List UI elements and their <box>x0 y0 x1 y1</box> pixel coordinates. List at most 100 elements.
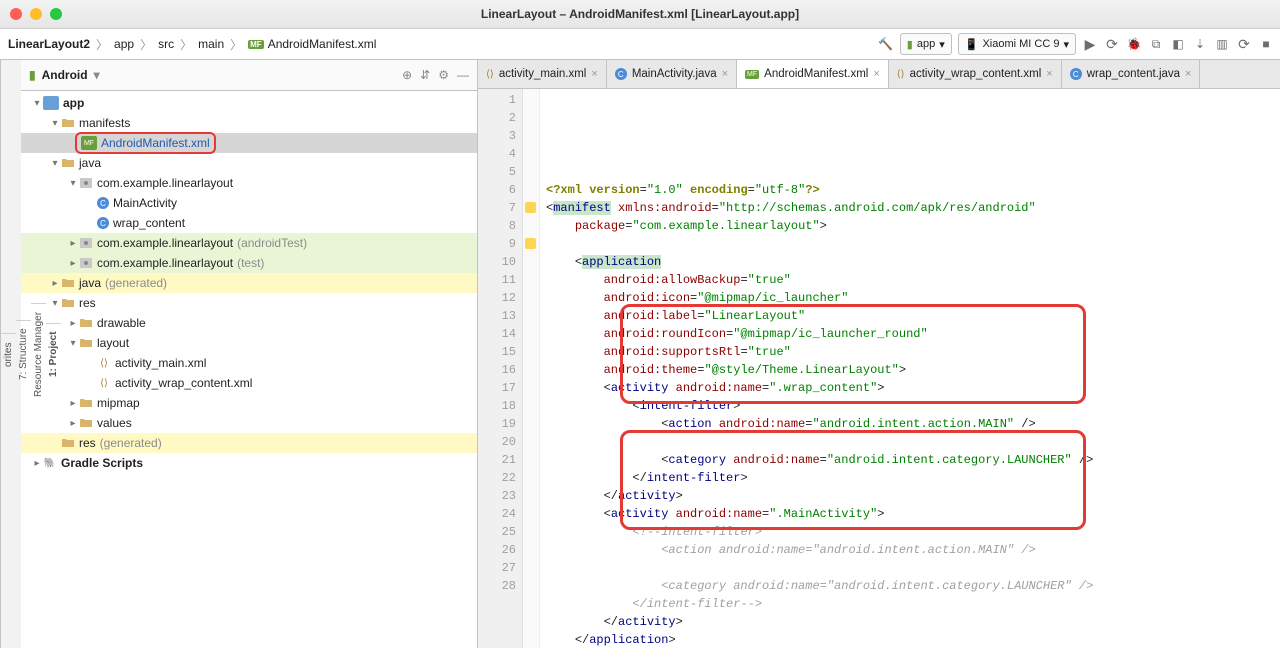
breadcrumb-item[interactable]: LinearLayout2 <box>6 37 92 51</box>
collapse-icon[interactable]: — <box>457 68 469 82</box>
code-line[interactable]: <action android:name="android.intent.act… <box>546 541 1280 559</box>
project-tree-node[interactable]: Cwrap_content <box>21 213 477 233</box>
breadcrumb-item[interactable]: MFAndroidManifest.xml <box>246 37 378 51</box>
editor-tab[interactable]: ⟨⟩activity_main.xml× <box>478 60 607 88</box>
project-tree-node[interactable]: ▸java(generated) <box>21 273 477 293</box>
editor-tab[interactable]: CMainActivity.java× <box>607 60 737 88</box>
project-tree-node[interactable]: ▾layout <box>21 333 477 353</box>
attach-debugger-icon[interactable]: ⇣ <box>1192 36 1208 52</box>
project-tree-node[interactable]: MFAndroidManifest.xml <box>21 133 477 153</box>
expand-arrow-icon[interactable]: ▾ <box>67 178 79 189</box>
chevron-down-icon[interactable]: ▾ <box>94 68 100 82</box>
code-line[interactable]: <application <box>546 253 1280 271</box>
code-line[interactable] <box>546 433 1280 451</box>
project-tree-node[interactable]: ▸drawable <box>21 313 477 333</box>
close-tab-icon[interactable]: × <box>1046 68 1052 80</box>
line-number[interactable]: 22 <box>478 469 522 487</box>
project-tree-node[interactable]: ▸🐘Gradle Scripts <box>21 453 477 473</box>
stop-icon[interactable]: ■ <box>1258 36 1274 52</box>
close-tab-icon[interactable]: × <box>722 68 728 80</box>
code-line[interactable]: android:roundIcon="@mipmap/ic_launcher_r… <box>546 325 1280 343</box>
project-tree[interactable]: ▾app▾manifestsMFAndroidManifest.xml▾java… <box>21 91 477 648</box>
line-number[interactable]: 16 <box>478 361 522 379</box>
run-icon[interactable]: ▶ <box>1082 36 1098 52</box>
project-tree-node[interactable]: ⟨⟩activity_wrap_content.xml <box>21 373 477 393</box>
fold-column[interactable] <box>523 89 540 648</box>
favorites-tool-button[interactable]: orites <box>1 333 16 374</box>
breadcrumb-item[interactable]: main <box>196 37 226 51</box>
expand-arrow-icon[interactable]: ▾ <box>31 98 43 109</box>
line-number[interactable]: 6 <box>478 181 522 199</box>
code-line[interactable] <box>546 235 1280 253</box>
close-tab-icon[interactable]: × <box>873 68 879 80</box>
project-view-mode[interactable]: Android <box>42 68 88 82</box>
close-tab-icon[interactable]: × <box>1185 68 1191 80</box>
editor-tab[interactable]: Cwrap_content.java× <box>1062 60 1201 88</box>
project-tree-node[interactable]: ▾java <box>21 153 477 173</box>
expand-arrow-icon[interactable]: ▸ <box>49 278 61 289</box>
project-tree-node[interactable]: ▸values <box>21 413 477 433</box>
line-number[interactable]: 24 <box>478 505 522 523</box>
run-config-combo[interactable]: ▮ app ▾ <box>900 33 952 55</box>
expand-arrow-icon[interactable]: ▾ <box>49 118 61 129</box>
expand-arrow-icon[interactable]: ▸ <box>67 238 79 249</box>
expand-arrow-icon[interactable]: ▸ <box>67 418 79 429</box>
breadcrumb-item[interactable]: src <box>156 37 176 51</box>
apply-changes-icon[interactable]: ⟳ <box>1104 36 1120 52</box>
code-area[interactable]: 1234567891011121314151617181920212223242… <box>478 89 1280 648</box>
line-number[interactable]: 27 <box>478 559 522 577</box>
project-tree-node[interactable]: ▸mipmap <box>21 393 477 413</box>
sync-gradle-icon[interactable]: ⟳ <box>1236 36 1252 52</box>
code-line[interactable]: <?xml version="1.0" encoding="utf-8"?> <box>546 181 1280 199</box>
line-number[interactable]: 10 <box>478 253 522 271</box>
sort-icon[interactable]: ⇵ <box>420 68 430 82</box>
breadcrumb[interactable]: LinearLayout2〉app〉src〉main〉MFAndroidMani… <box>6 36 378 53</box>
project-tree-node[interactable]: ▸com.example.linearlayout(test) <box>21 253 477 273</box>
line-number[interactable]: 9 <box>478 235 522 253</box>
expand-arrow-icon[interactable]: ▾ <box>49 158 61 169</box>
structure-tool-button[interactable]: 7: Structure <box>16 320 31 389</box>
line-number[interactable]: 26 <box>478 541 522 559</box>
line-number[interactable]: 19 <box>478 415 522 433</box>
device-combo[interactable]: 📱 Xiaomi MI CC 9 ▾ <box>958 33 1076 55</box>
expand-arrow-icon[interactable]: ▸ <box>67 318 79 329</box>
coverage-icon[interactable]: ◧ <box>1170 36 1186 52</box>
line-number[interactable]: 17 <box>478 379 522 397</box>
line-number[interactable]: 2 <box>478 109 522 127</box>
project-tree-node[interactable]: ▾app <box>21 93 477 113</box>
line-number[interactable]: 15 <box>478 343 522 361</box>
code-line[interactable]: </activity> <box>546 613 1280 631</box>
code-line[interactable]: <manifest xmlns:android="http://schemas.… <box>546 199 1280 217</box>
line-number[interactable]: 12 <box>478 289 522 307</box>
line-number[interactable]: 1 <box>478 91 522 109</box>
project-tree-node[interactable]: ▾res <box>21 293 477 313</box>
code-line[interactable]: android:theme="@style/Theme.LinearLayout… <box>546 361 1280 379</box>
debug-icon[interactable]: 🐞 <box>1126 36 1142 52</box>
expand-arrow-icon[interactable]: ▾ <box>67 338 79 349</box>
code-line[interactable]: <category android:name="android.intent.c… <box>546 577 1280 595</box>
line-number[interactable]: 4 <box>478 145 522 163</box>
build-hammer-icon[interactable]: 🔨 <box>878 36 894 52</box>
code-content[interactable]: <?xml version="1.0" encoding="utf-8"?><m… <box>540 89 1280 648</box>
project-tree-node[interactable]: ▾com.example.linearlayout <box>21 173 477 193</box>
expand-arrow-icon[interactable]: ▸ <box>67 258 79 269</box>
expand-arrow-icon[interactable]: ▾ <box>49 298 61 309</box>
line-number[interactable]: 13 <box>478 307 522 325</box>
code-line[interactable]: android:supportsRtl="true" <box>546 343 1280 361</box>
target-icon[interactable]: ⊕ <box>402 68 412 82</box>
code-line[interactable]: </application> <box>546 631 1280 648</box>
line-number[interactable]: 25 <box>478 523 522 541</box>
line-number[interactable]: 7 <box>478 199 522 217</box>
code-line[interactable]: <intent-filter> <box>546 397 1280 415</box>
editor-tab[interactable]: MFAndroidManifest.xml× <box>737 60 889 88</box>
code-line[interactable]: android:allowBackup="true" <box>546 271 1280 289</box>
project-tree-node[interactable]: ▸com.example.linearlayout(androidTest) <box>21 233 477 253</box>
breadcrumb-item[interactable]: app <box>112 37 136 51</box>
code-line[interactable]: android:label="LinearLayout" <box>546 307 1280 325</box>
code-line[interactable]: android:icon="@mipmap/ic_launcher" <box>546 289 1280 307</box>
code-line[interactable]: <activity android:name=".wrap_content"> <box>546 379 1280 397</box>
project-tree-node[interactable]: res(generated) <box>21 433 477 453</box>
line-number[interactable]: 28 <box>478 577 522 595</box>
line-number[interactable]: 3 <box>478 127 522 145</box>
code-line[interactable]: <action android:name="android.intent.act… <box>546 415 1280 433</box>
